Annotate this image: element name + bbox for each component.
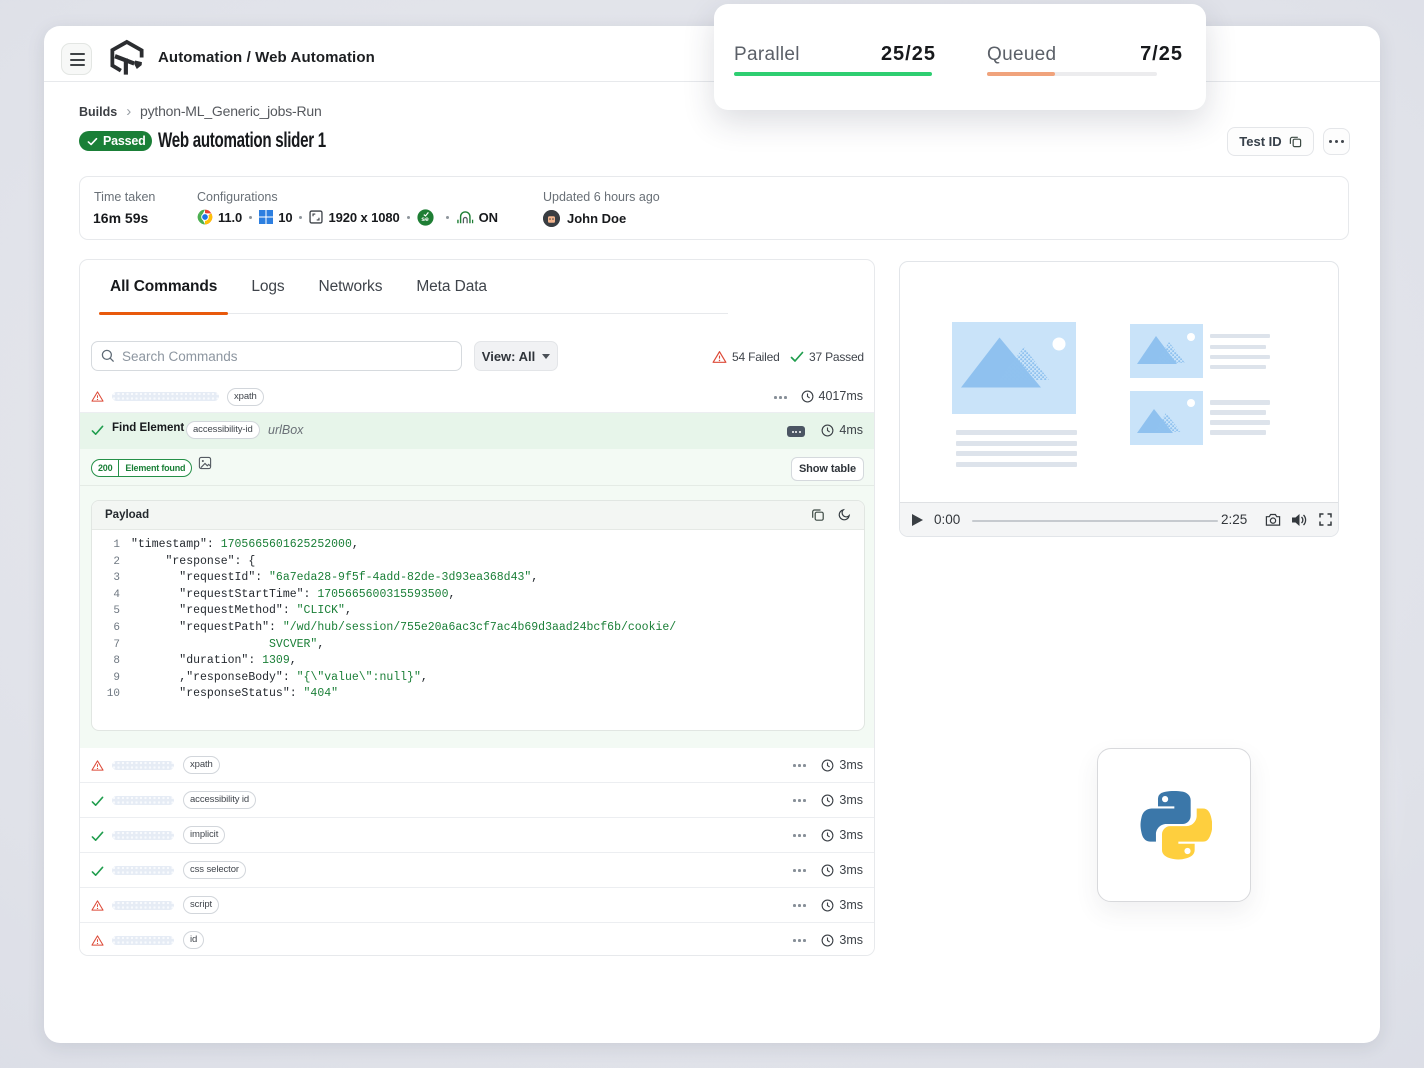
svg-text:se: se	[421, 215, 429, 222]
